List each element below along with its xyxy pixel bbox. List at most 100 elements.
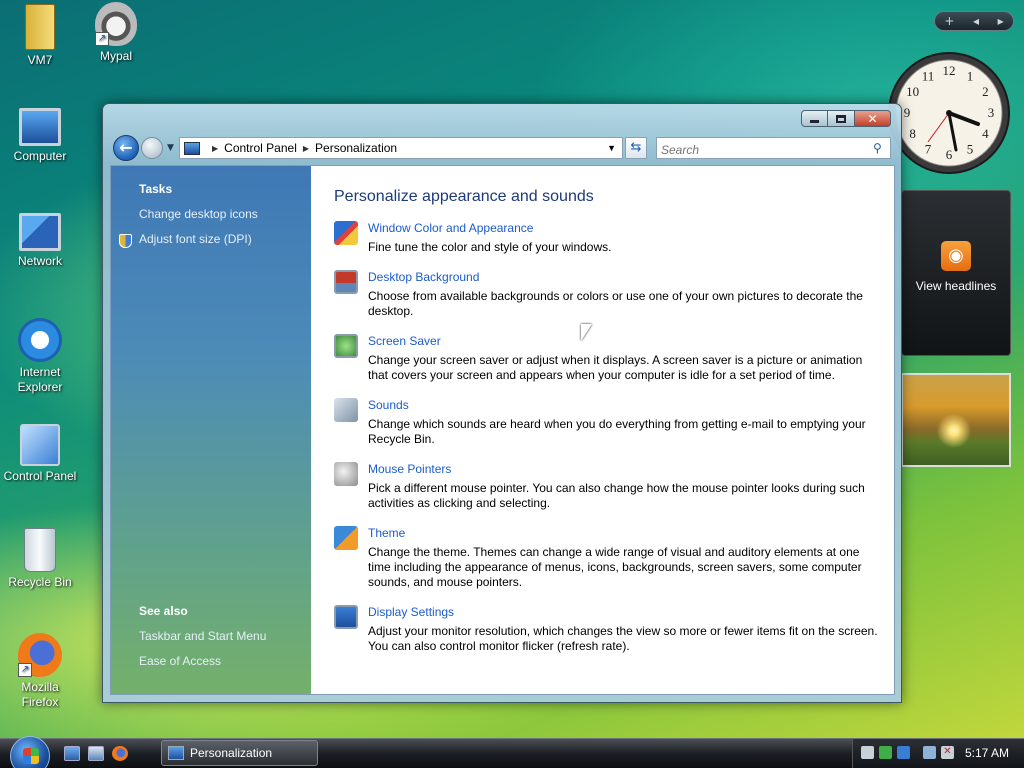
personalization-window: ✕ ← ▼ ▶ Control Panel ▶ Personalization … [102,103,902,703]
firefox-quicklaunch-icon[interactable] [112,746,128,761]
item-description: Change your screen saver or adjust when … [368,353,863,382]
item-description: Fine tune the color and style of your wi… [368,240,612,254]
forward-button[interactable] [141,137,163,159]
next-gadget-icon[interactable]: ▸ [998,14,1004,28]
taskbar-button-personalization[interactable]: Personalization [161,740,318,766]
firefox-icon: ↗ [18,633,62,677]
search-icon[interactable]: ⚲ [873,141,882,155]
desktop-icon-mozilla-firefox[interactable]: ↗ Mozilla Firefox [0,633,80,710]
screen-saver-icon [334,334,358,358]
breadcrumb-separator-icon[interactable]: ▶ [303,144,309,153]
taskbar-button-label: Personalization [190,746,273,760]
desktop-icon-label: Mypal [99,49,132,63]
desktop-icon-control-panel[interactable]: Control Panel [0,424,80,484]
task-pane: Tasks Change desktop icons Adjust font s… [111,166,311,694]
tasks-heading: Tasks [139,182,173,196]
theme-link[interactable]: Theme [368,526,405,540]
sounds-icon [334,398,358,422]
page-title: Personalize appearance and sounds [334,188,594,205]
desktop-background-link[interactable]: Desktop Background [368,270,479,284]
adjust-font-size-link[interactable]: Adjust font size (DPI) [139,232,252,246]
previous-gadget-icon[interactable]: ◂ [973,14,979,28]
desktop-icon-mypal[interactable]: ↗ Mypal [76,2,156,64]
security-tray-icon[interactable] [879,746,892,759]
item-description: Change the theme. Themes can change a wi… [368,545,862,589]
address-dropdown-icon[interactable]: ▼ [607,143,616,153]
network-tray-icon[interactable] [923,746,936,759]
volume-muted-icon[interactable]: ✕ [941,746,954,759]
feed-headlines-gadget[interactable]: ◉ View headlines [901,190,1011,356]
breadcrumb-control-panel[interactable]: Control Panel [224,141,297,155]
sidebar-gadget-controls[interactable]: + ◂ ▸ [934,11,1014,31]
mouse-cursor-icon [581,324,592,341]
rss-icon: ◉ [941,241,971,271]
clock-number: 5 [967,141,974,156]
back-button[interactable]: ← [113,135,139,161]
see-also-heading: See also [139,604,188,618]
search-input[interactable] [656,137,891,159]
clock-gadget[interactable]: 12 12 3 45678 9 1011 [886,50,1012,176]
breadcrumb-separator-icon[interactable]: ▶ [212,144,218,153]
folder-icon [25,4,55,50]
desktop-background-icon [334,270,358,294]
start-button[interactable] [10,736,50,768]
raccoon-icon: ↗ [95,2,137,46]
desktop-icon-label: VM7 [27,53,53,67]
personalization-taskbar-icon [168,746,184,760]
item-description: Pick a different mouse pointer. You can … [368,481,865,510]
switch-windows-icon[interactable] [88,746,104,761]
computer-icon [19,108,61,146]
refresh-button[interactable]: ⇆ [625,137,647,159]
mouse-pointers-icon [334,462,358,486]
close-button[interactable]: ✕ [855,110,891,127]
desktop-icon-recycle-bin[interactable]: Recycle Bin [0,528,80,590]
desktop-icon-label: Network [17,254,62,268]
notification-area: ✕ 5:17 AM [852,739,1024,768]
minimize-button[interactable] [801,110,828,127]
add-gadget-icon[interactable]: + [944,14,954,28]
change-desktop-icons-link[interactable]: Change desktop icons [139,207,258,221]
clock-number: 8 [909,126,916,141]
window-color-link[interactable]: Window Color and Appearance [368,221,533,235]
taskbar-start-menu-link[interactable]: Taskbar and Start Menu [139,629,266,643]
back-arrow-icon: ← [119,138,133,157]
close-icon: ✕ [867,111,878,126]
slideshow-gadget[interactable] [901,373,1011,467]
updates-tray-icon[interactable] [897,746,910,759]
ease-of-access-link[interactable]: Ease of Access [139,654,221,668]
item-description: Change which sounds are heard when you d… [368,417,866,446]
internet-explorer-icon [18,318,62,362]
sounds-link[interactable]: Sounds [368,398,409,412]
desktop-icon-label: Control Panel [3,469,77,483]
desktop-icon-internet-explorer[interactable]: Internet Explorer [0,318,80,395]
display-settings-icon [334,605,358,629]
clock-number: 10 [906,84,919,99]
maximize-icon [836,114,846,123]
show-desktop-icon[interactable] [64,746,80,761]
maximize-button[interactable] [828,110,855,127]
display-settings-link[interactable]: Display Settings [368,605,454,619]
clock-number: 9 [904,105,911,120]
desktop-icon-label: Recycle Bin [8,575,72,589]
desktop-icon-computer[interactable]: Computer [0,108,80,164]
minimize-icon [810,120,819,123]
theme-icon [334,526,358,550]
shortcut-arrow-icon: ↗ [95,32,109,46]
window-caption-buttons: ✕ [801,110,891,127]
clock-number: 12 [943,63,956,78]
window-client-area: Tasks Change desktop icons Adjust font s… [110,165,895,695]
clock-number: 2 [982,84,989,99]
mouse-pointers-link[interactable]: Mouse Pointers [368,462,451,476]
clock-number: 7 [925,141,932,156]
desktop-icon-vm7[interactable]: VM7 [0,4,80,68]
users-tray-icon[interactable] [861,746,874,759]
address-bar[interactable]: ▶ Control Panel ▶ Personalization ▼ [179,137,623,159]
recent-pages-dropdown[interactable]: ▼ [167,143,174,153]
system-clock[interactable]: 5:17 AM [965,746,1009,760]
clock-number: 4 [982,126,989,141]
screen-saver-link[interactable]: Screen Saver [368,334,441,348]
breadcrumb-personalization[interactable]: Personalization [315,141,397,155]
window-color-icon [334,221,358,245]
desktop-icon-network[interactable]: Network [0,213,80,269]
control-panel-icon [20,424,60,466]
